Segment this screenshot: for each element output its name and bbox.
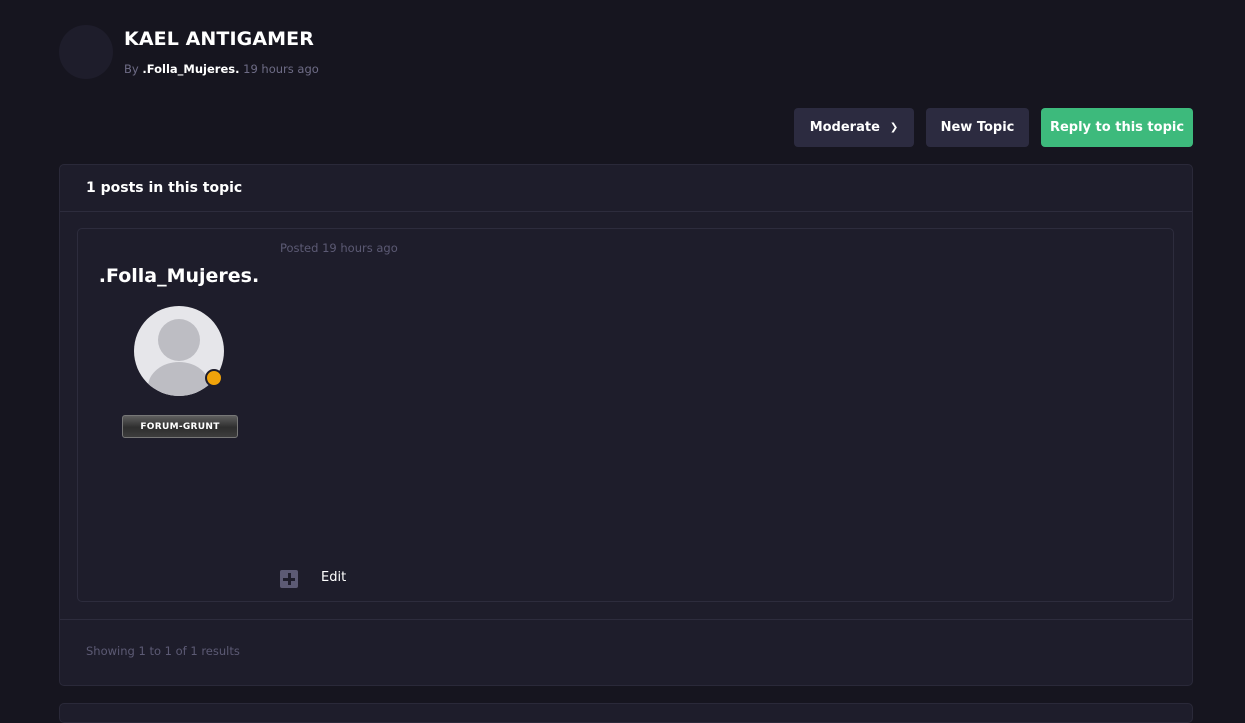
topic-time: 19 hours ago <box>243 62 319 76</box>
topic-title: KAEL ANTIGAMER <box>124 28 314 50</box>
next-panel <box>59 703 1193 723</box>
post-time: Posted 19 hours ago <box>280 241 398 255</box>
moderate-label: Moderate <box>809 120 880 135</box>
edit-button[interactable]: Edit <box>321 570 346 585</box>
online-status-icon <box>205 369 223 387</box>
topic-meta: By .Folla_Mujeres. 19 hours ago <box>124 62 319 76</box>
topic-panel: 1 posts in this topic Posted 19 hours ag… <box>59 164 1193 686</box>
reply-topic-button[interactable]: Reply to this topic <box>1041 108 1193 147</box>
chevron-down-icon: ❯ <box>889 122 899 133</box>
post-author-name[interactable]: .Folla_Mujeres. <box>78 265 280 287</box>
avatar-head-shape <box>158 319 200 361</box>
post-item: Posted 19 hours ago .Folla_Mujeres. FORU… <box>77 228 1174 602</box>
topic-author-avatar[interactable] <box>59 25 113 79</box>
plus-icon[interactable] <box>280 570 298 588</box>
avatar-body-shape <box>148 362 210 396</box>
topic-author-link[interactable]: .Folla_Mujeres. <box>142 62 239 76</box>
posts-count-header: 1 posts in this topic <box>60 165 1192 212</box>
results-count: Showing 1 to 1 of 1 results <box>86 644 240 658</box>
by-label: By <box>124 62 139 76</box>
panel-footer: Showing 1 to 1 of 1 results <box>60 619 1192 686</box>
new-topic-button[interactable]: New Topic <box>926 108 1029 147</box>
moderate-button[interactable]: Moderate ❯ <box>794 108 914 147</box>
rank-badge: FORUM-GRUNT <box>122 415 238 438</box>
